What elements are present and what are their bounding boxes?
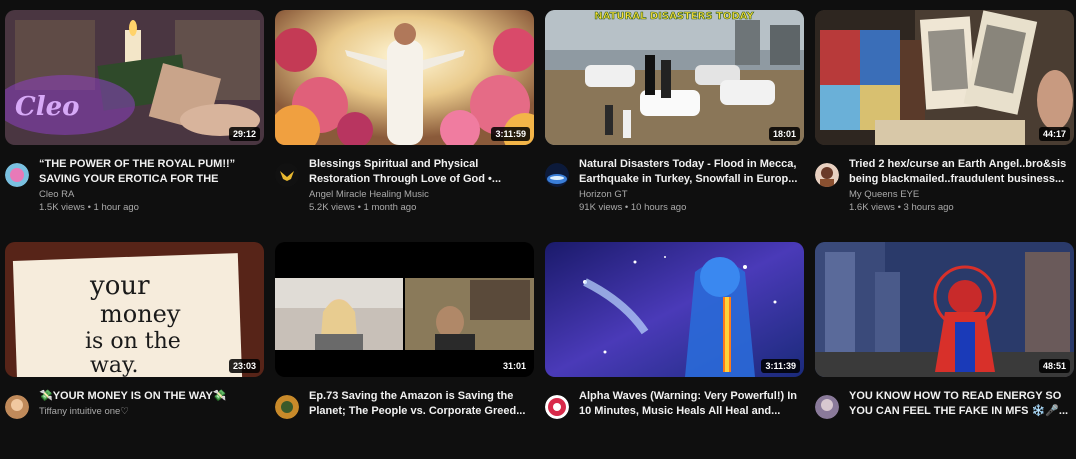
video-thumbnail[interactable]: 3:11:39	[545, 242, 804, 377]
thumbnail-image: Cleo	[5, 10, 264, 145]
video-title[interactable]: Ep.73 Saving the Amazon is Saving the Pl…	[309, 389, 529, 419]
video-title[interactable]: YOU KNOW HOW TO READ ENERGY SO YOU CAN F…	[849, 389, 1069, 419]
thumbnail-image	[815, 10, 1074, 145]
video-title[interactable]: Alpha Waves (Warning: Very Powerful!) In…	[579, 389, 799, 419]
video-card[interactable]: NATURAL DISASTERS TODAY 18:01 Natural Di…	[545, 10, 804, 227]
thumbnail-image	[545, 242, 804, 377]
thumb-text: NATURAL DISASTERS TODAY	[594, 11, 754, 22]
video-card[interactable]: 31:01 Ep.73 Saving the Amazon is Saving …	[275, 242, 534, 459]
video-title[interactable]: 💸YOUR MONEY IS ON THE WAY💸	[39, 389, 259, 404]
video-thumbnail[interactable]: 31:01	[275, 242, 534, 377]
duration-badge: 31:01	[498, 359, 530, 373]
thumbnail-image	[815, 242, 1074, 377]
video-thumbnail[interactable]: 44:17	[815, 10, 1074, 145]
duration-badge: 29:12	[228, 127, 260, 141]
duration-badge: 3:11:39	[761, 359, 800, 373]
thumbnail-image: your money is on the way.	[5, 242, 264, 377]
video-title[interactable]: Blessings Spiritual and Physical Restora…	[309, 157, 529, 187]
video-card[interactable]: 44:17 Tried 2 hex/curse an Earth Angel..…	[815, 10, 1074, 227]
video-thumbnail[interactable]: 48:51	[815, 242, 1074, 377]
channel-name[interactable]: My Queens EYE	[849, 189, 1069, 200]
channel-avatar[interactable]	[545, 163, 569, 187]
video-stats: 1.6K views • 3 hours ago	[849, 202, 954, 213]
channel-name[interactable]: Horizon GT	[579, 189, 799, 200]
video-card[interactable]: 3:11:59 Blessings Spiritual and Physical…	[275, 10, 534, 227]
channel-name[interactable]: Angel Miracle Healing Music	[309, 189, 529, 200]
channel-name[interactable]: Tiffany intuitive one♡	[39, 406, 259, 417]
video-thumbnail[interactable]: Cleo 29:12	[5, 10, 264, 145]
thumbnail-image	[275, 242, 534, 377]
video-card[interactable]: 3:11:39 Alpha Waves (Warning: Very Power…	[545, 242, 804, 459]
video-stats: 1.5K views • 1 hour ago	[39, 202, 139, 213]
thumb-text: your	[89, 271, 150, 301]
video-stats: 5.2K views • 1 month ago	[309, 202, 417, 213]
channel-avatar[interactable]	[5, 395, 29, 419]
channel-name[interactable]: Cleo RA	[39, 189, 259, 200]
thumbnail-image: NATURAL DISASTERS TODAY	[545, 10, 804, 145]
thumb-text: is on the	[85, 329, 181, 354]
channel-avatar[interactable]	[545, 395, 569, 419]
video-grid: Cleo 29:12 “THE POWER OF THE ROYAL PUM!!…	[0, 0, 1076, 424]
thumbnail-image	[275, 10, 534, 145]
video-thumbnail[interactable]: your money is on the way. 23:03	[5, 242, 264, 377]
thumb-text: money	[100, 300, 181, 328]
video-thumbnail[interactable]: NATURAL DISASTERS TODAY 18:01	[545, 10, 804, 145]
duration-badge: 3:11:59	[491, 127, 530, 141]
video-card[interactable]: 48:51 YOU KNOW HOW TO READ ENERGY SO YOU…	[815, 242, 1074, 459]
channel-avatar[interactable]	[275, 163, 299, 187]
thumb-text: Cleo	[15, 92, 79, 122]
video-card[interactable]: Cleo 29:12 “THE POWER OF THE ROYAL PUM!!…	[5, 10, 264, 227]
video-stats: 91K views • 10 hours ago	[579, 202, 687, 213]
video-card[interactable]: your money is on the way. 23:03 💸YOUR MO…	[5, 242, 264, 459]
video-title[interactable]: Natural Disasters Today - Flood in Mecca…	[579, 157, 799, 187]
video-title[interactable]: “THE POWER OF THE ROYAL PUM!!” SAVING YO…	[39, 157, 259, 187]
thumb-text: way.	[90, 353, 138, 377]
duration-badge: 18:01	[768, 127, 800, 141]
duration-badge: 48:51	[1038, 359, 1070, 373]
video-thumbnail[interactable]: 3:11:59	[275, 10, 534, 145]
channel-avatar[interactable]	[275, 395, 299, 419]
channel-avatar[interactable]	[5, 163, 29, 187]
video-title[interactable]: Tried 2 hex/curse an Earth Angel..bro&si…	[849, 157, 1069, 187]
channel-avatar[interactable]	[815, 395, 839, 419]
duration-badge: 44:17	[1038, 127, 1070, 141]
duration-badge: 23:03	[228, 359, 260, 373]
channel-avatar[interactable]	[815, 163, 839, 187]
